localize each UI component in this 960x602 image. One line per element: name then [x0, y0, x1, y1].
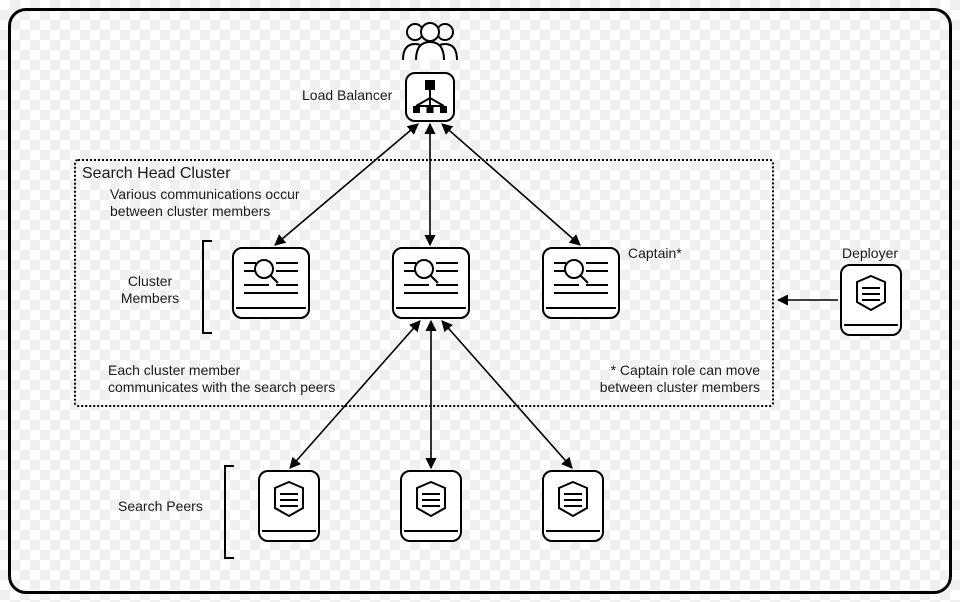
cluster-members-label: Cluster Members: [110, 273, 190, 307]
search-peers-label: Search Peers: [118, 498, 203, 515]
each-member-note-label: Each cluster member communicates with th…: [108, 362, 335, 396]
search-peers-bracket: [224, 465, 234, 559]
load-balancer-node: [405, 72, 455, 122]
cluster-member-1: [232, 247, 310, 319]
search-peer-1: [258, 470, 320, 542]
comm-note-label: Various communications occur between clu…: [110, 186, 300, 220]
users-icon: [397, 20, 463, 60]
search-peer-3: [542, 470, 604, 542]
cluster-member-2: [392, 247, 470, 319]
captain-note-label: * Captain role can move between cluster …: [560, 362, 760, 396]
load-balancer-label: Load Balancer: [302, 87, 392, 104]
captain-label: Captain*: [628, 245, 682, 262]
search-peer-2: [400, 470, 462, 542]
deployer-node: [840, 264, 902, 336]
cluster-member-3: [542, 247, 620, 319]
cluster-box-title: Search Head Cluster: [82, 164, 231, 183]
deployer-label: Deployer: [842, 245, 898, 262]
cluster-members-bracket: [202, 240, 212, 334]
